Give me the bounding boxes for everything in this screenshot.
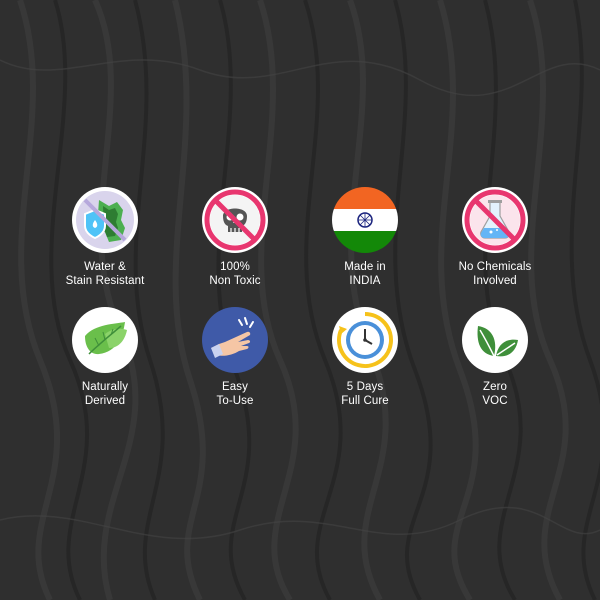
feature-no-chemicals: No Chemicals Involved — [430, 186, 560, 288]
feature-label: Zero VOC — [482, 381, 508, 407]
feature-label: Naturally Derived — [81, 381, 129, 407]
feature-non-toxic: 100% Non Toxic — [170, 186, 300, 288]
zero-voc-leaves-icon — [461, 306, 529, 374]
feature-label: Made in INDIA — [344, 261, 386, 287]
feature-label: Easy To-Use — [216, 381, 254, 407]
water-stain-resistant-icon — [71, 186, 139, 254]
non-toxic-skull-icon — [201, 186, 269, 254]
leaf-icon — [71, 306, 139, 374]
feature-zero-voc: Zero VOC — [430, 306, 560, 408]
feature-water-stain-resistant: Water & Stain Resistant — [40, 186, 170, 288]
feature-grid: Water & Stain Resistant 100% Non Toxic M… — [40, 186, 560, 408]
feature-naturally-derived: Naturally Derived — [40, 306, 170, 408]
easy-hand-icon — [201, 306, 269, 374]
feature-label: Water & Stain Resistant — [65, 261, 145, 287]
no-chemicals-flask-icon — [461, 186, 529, 254]
feature-label: 5 Days Full Cure — [341, 381, 389, 407]
clock-cure-icon — [331, 306, 399, 374]
feature-label: 100% Non Toxic — [209, 261, 261, 287]
india-flag-icon — [331, 186, 399, 254]
feature-easy-to-use: Easy To-Use — [170, 306, 300, 408]
feature-made-in-india: Made in INDIA — [300, 186, 430, 288]
feature-5-days-full-cure: 5 Days Full Cure — [300, 306, 430, 408]
feature-label: No Chemicals Involved — [458, 261, 532, 287]
